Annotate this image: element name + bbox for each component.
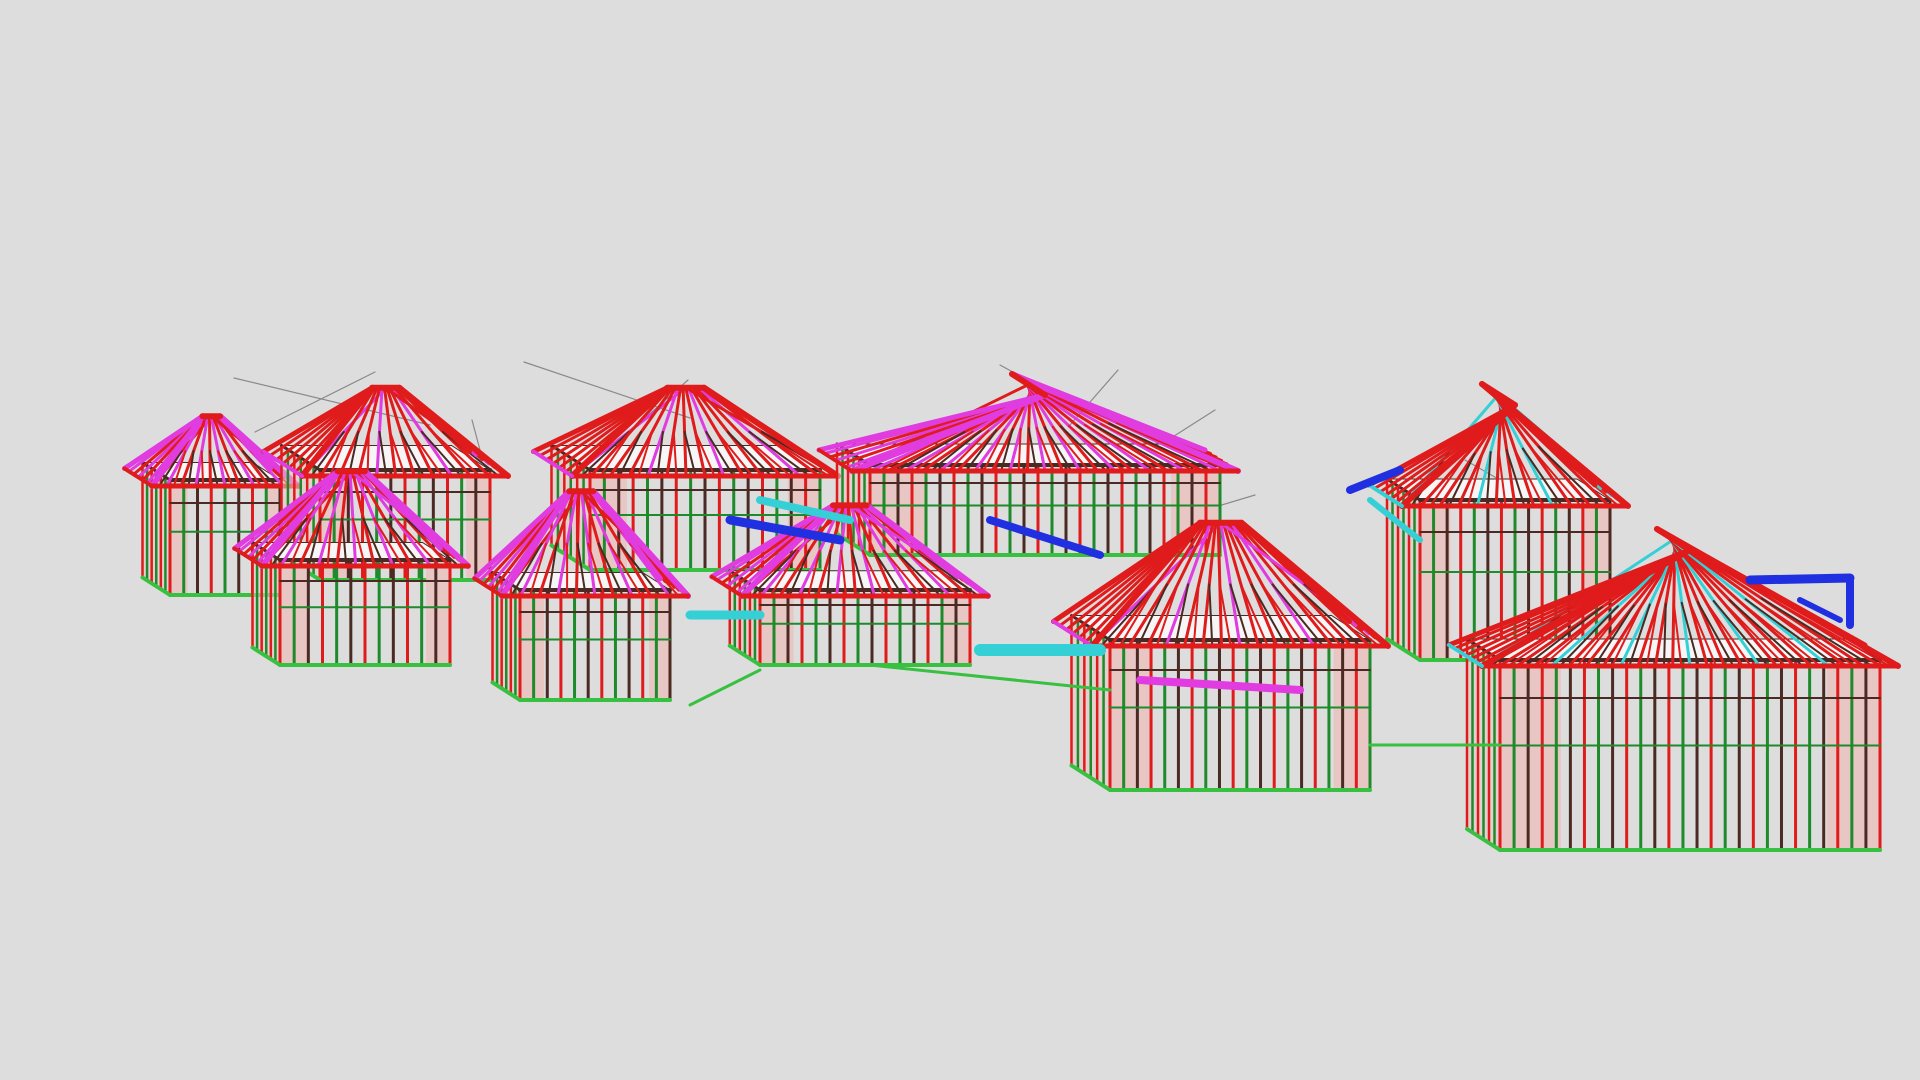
wall-panel [649, 590, 670, 700]
wall-panel [520, 590, 544, 700]
connecting-beam [1745, 573, 1855, 585]
truss-web [366, 430, 370, 477]
truss-web [200, 450, 205, 487]
wall-panel [1500, 660, 1561, 850]
house-frame-model[interactable] [0, 0, 1920, 1080]
wall-panel [466, 470, 490, 580]
wall-panel [1826, 660, 1880, 850]
wall-panel [1110, 640, 1152, 790]
3d-model-viewport[interactable] [0, 0, 1920, 1080]
wall-panel [1333, 640, 1370, 790]
wall-panel [426, 560, 450, 665]
